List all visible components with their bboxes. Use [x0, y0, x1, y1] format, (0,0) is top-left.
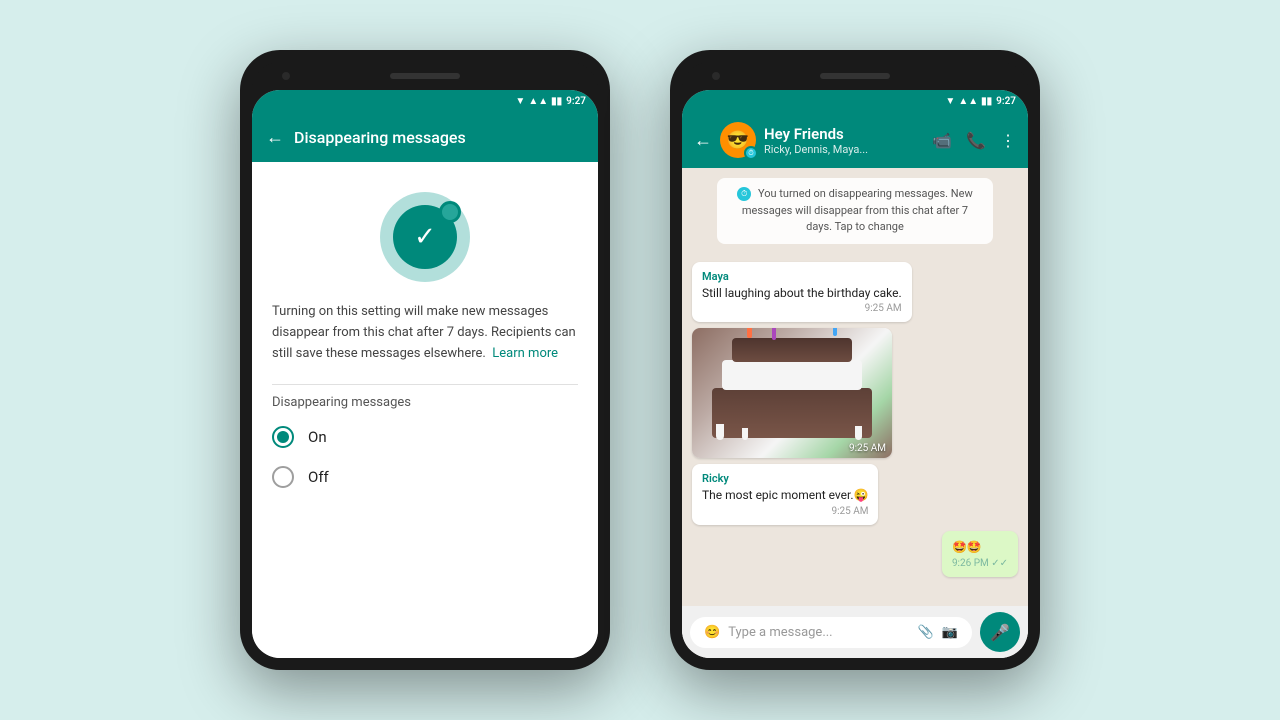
battery-icon: ▮▮	[551, 96, 562, 107]
disappearing-settings-content: ✓ Turning on this setting will make new …	[252, 162, 598, 658]
phone-1-speaker	[390, 73, 460, 79]
description-text: Turning on this setting will make new me…	[272, 302, 578, 364]
chat-input-placeholder[interactable]: Type a message...	[728, 625, 909, 640]
learn-more-link[interactable]: Learn more	[492, 346, 558, 361]
message-ricky-text: Ricky The most epic moment ever.😜 9:25 A…	[692, 464, 878, 525]
status-icons-1: ▼ ▲▲ ▮▮	[515, 96, 562, 107]
section-label: Disappearing messages	[272, 395, 578, 410]
wifi-icon-2: ▼	[945, 96, 955, 107]
status-time-2: 9:27	[996, 96, 1016, 107]
status-bar-2: ▼ ▲▲ ▮▮ 9:27	[682, 90, 1028, 112]
message-cake-image: 9:25 AM	[692, 328, 892, 458]
toolbar-title-1: Disappearing messages	[294, 128, 584, 147]
chat-toolbar: ← 😎 ⏱ Hey Friends Ricky, Dennis, Maya...…	[682, 112, 1028, 168]
divider-1	[272, 384, 578, 385]
battery-icon-2: ▮▮	[981, 96, 992, 107]
messages-area: Maya Still laughing about the birthday c…	[682, 254, 1028, 607]
phone-2-screen: ▼ ▲▲ ▮▮ 9:27 ← 😎 ⏱ Hey Friends Ricky, De…	[682, 90, 1028, 658]
phone-2-camera	[712, 72, 720, 80]
back-button-2[interactable]: ←	[694, 130, 712, 151]
message-text-sent: 🤩🤩	[952, 539, 1008, 556]
chat-input-bar: 😊 Type a message... 📎 📷 🎤	[682, 606, 1028, 658]
message-time-ricky: 9:25 AM	[702, 506, 868, 517]
signal-icon-2: ▲▲	[958, 96, 978, 107]
message-sender-ricky: Ricky	[702, 472, 868, 485]
phone-1: ▼ ▲▲ ▮▮ 9:27 ← Disappearing messages ✓	[240, 50, 610, 670]
radio-on-outer	[272, 426, 294, 448]
phone-1-camera	[282, 72, 290, 80]
radio-off-outer	[272, 466, 294, 488]
attach-icon[interactable]: 📎	[918, 625, 934, 640]
check-icon: ✓	[414, 222, 436, 252]
signal-icon: ▲▲	[528, 96, 548, 107]
phone-1-screen: ▼ ▲▲ ▮▮ 9:27 ← Disappearing messages ✓	[252, 90, 598, 658]
radio-on-inner	[277, 431, 289, 443]
emoji-icon[interactable]: 😊	[704, 625, 720, 640]
message-sender-maya: Maya	[702, 270, 902, 283]
phone-2-speaker	[820, 73, 890, 79]
phone-2-notch	[682, 62, 1028, 90]
phones-container: ▼ ▲▲ ▮▮ 9:27 ← Disappearing messages ✓	[240, 50, 1040, 670]
radio-off-option[interactable]: Off	[272, 466, 578, 488]
image-time-overlay: 9:25 AM	[849, 443, 886, 454]
chat-info: Hey Friends Ricky, Dennis, Maya...	[764, 125, 924, 156]
timer-circle: ✓	[380, 192, 470, 282]
voice-call-icon[interactable]: 📞	[966, 131, 986, 150]
phone-2: ▼ ▲▲ ▮▮ 9:27 ← 😎 ⏱ Hey Friends Ricky, De…	[670, 50, 1040, 670]
toolbar-1: ← Disappearing messages	[252, 112, 598, 162]
chat-input-box[interactable]: 😊 Type a message... 📎 📷	[690, 617, 972, 648]
avatar-timer-badge: ⏱	[744, 146, 758, 160]
status-time-1: 9:27	[566, 96, 586, 107]
chat-group-name: Hey Friends	[764, 125, 924, 143]
video-call-icon[interactable]: 📹	[932, 131, 952, 150]
chat-group-members: Ricky, Dennis, Maya...	[764, 143, 924, 156]
message-maya-text: Maya Still laughing about the birthday c…	[692, 262, 912, 323]
mic-icon: 🎤	[990, 623, 1010, 642]
system-message-text: You turned on disappearing messages. New…	[742, 187, 973, 233]
message-text-maya: Still laughing about the birthday cake.	[702, 285, 902, 302]
system-message-icon: ⏱	[737, 187, 751, 201]
camera-icon[interactable]: 📷	[942, 625, 958, 640]
radio-off-label: Off	[308, 468, 329, 486]
chat-avatar: 😎 ⏱	[720, 122, 756, 158]
chat-action-icons: 📹 📞 ⋮	[932, 131, 1016, 150]
radio-on-option[interactable]: On	[272, 426, 578, 448]
back-button-1[interactable]: ←	[266, 127, 284, 148]
cake-visual: 9:25 AM	[692, 328, 892, 458]
timer-arc	[439, 201, 461, 223]
status-bar-1: ▼ ▲▲ ▮▮ 9:27	[252, 90, 598, 112]
phone-1-notch	[252, 62, 598, 90]
mic-button[interactable]: 🎤	[980, 612, 1020, 652]
message-time-maya: 9:25 AM	[702, 303, 902, 314]
message-ticks: ✓✓	[991, 558, 1008, 569]
radio-on-label: On	[308, 428, 327, 446]
more-options-icon[interactable]: ⋮	[1000, 131, 1016, 150]
chat-body: ⏱ You turned on disappearing messages. N…	[682, 168, 1028, 658]
system-message[interactable]: ⏱ You turned on disappearing messages. N…	[717, 178, 994, 244]
message-sent-emoji: 🤩🤩 9:26 PM ✓✓	[942, 531, 1018, 577]
status-icons-2: ▼ ▲▲ ▮▮	[945, 96, 992, 107]
timer-inner: ✓	[393, 205, 457, 269]
cake-image-art: 9:25 AM	[692, 328, 892, 458]
message-time-sent: 9:26 PM ✓✓	[952, 558, 1008, 569]
wifi-icon: ▼	[515, 96, 525, 107]
message-text-ricky: The most epic moment ever.😜	[702, 487, 868, 504]
timer-icon-container: ✓	[272, 192, 578, 282]
